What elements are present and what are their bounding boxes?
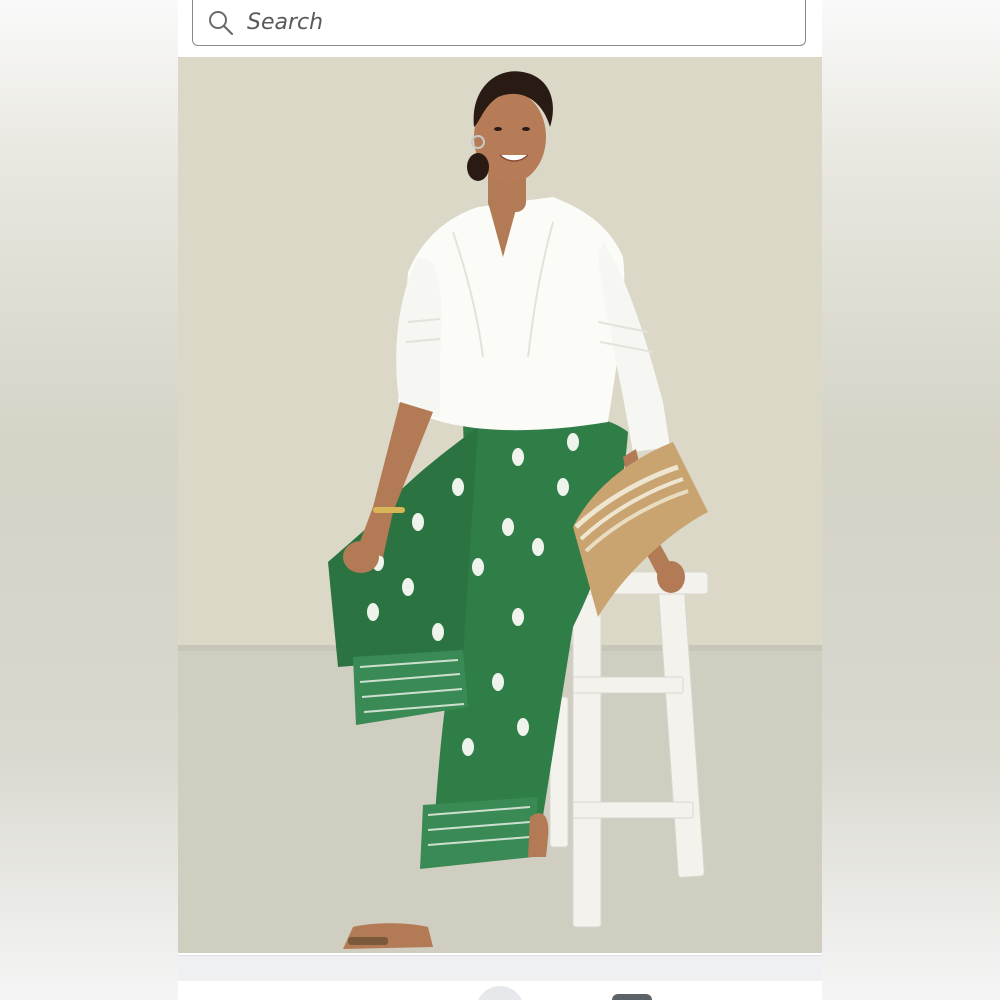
gallery-divider <box>178 955 822 982</box>
search-icon[interactable] <box>207 9 235 37</box>
tab-icon[interactable] <box>612 994 652 1000</box>
search-input[interactable] <box>247 6 767 38</box>
search-bar[interactable] <box>192 0 806 46</box>
product-photo[interactable] <box>178 57 822 953</box>
blurred-background-right <box>822 0 1000 1000</box>
blurred-background-left <box>0 0 178 1000</box>
